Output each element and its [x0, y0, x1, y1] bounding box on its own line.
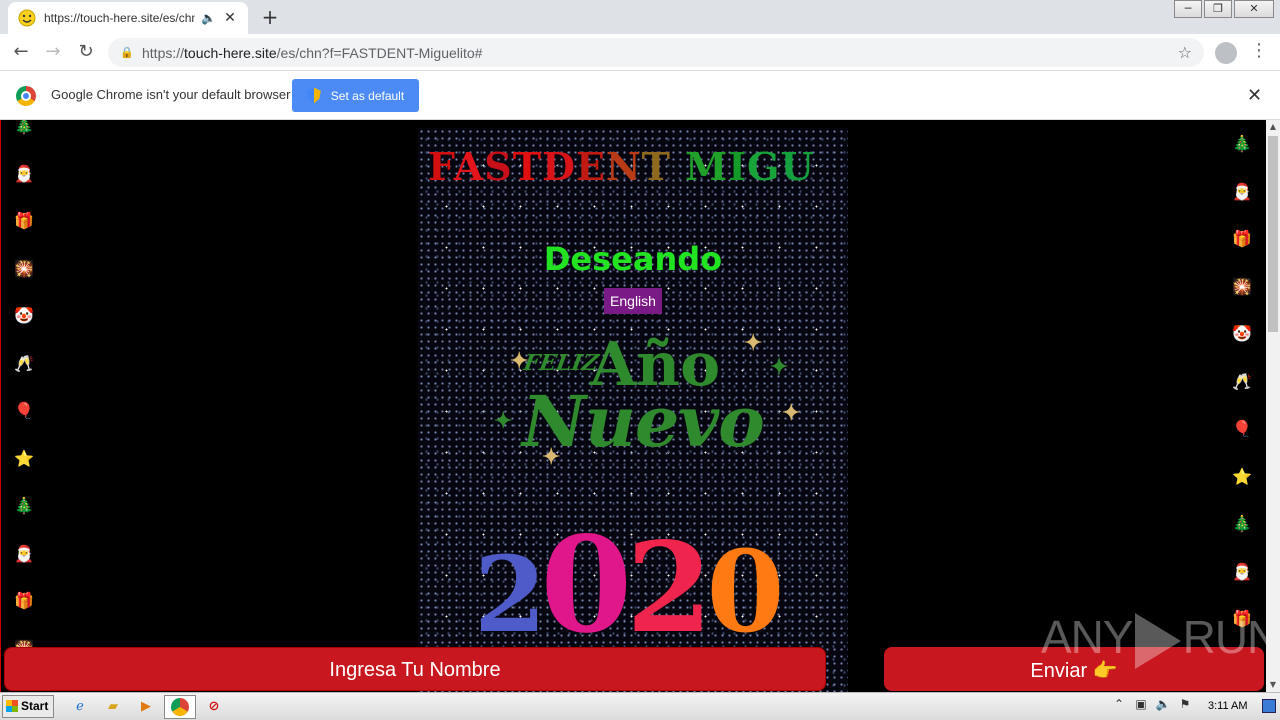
- english-button[interactable]: English: [604, 288, 662, 314]
- decor-emoji: 🎇: [1232, 276, 1252, 296]
- scroll-down-arrow-icon[interactable]: ▼: [1266, 678, 1280, 692]
- url-text[interactable]: https://touch-here.site/es/chn?f=FASTDEN…: [142, 45, 1178, 61]
- infobar-close-icon[interactable]: ✕: [1247, 85, 1262, 106]
- decor-emoji: 🎁: [14, 211, 34, 230]
- chrome-icon: [171, 698, 189, 716]
- decor-emoji: 🎁: [1232, 229, 1252, 248]
- set-as-default-button[interactable]: Set as default: [292, 79, 419, 112]
- start-button[interactable]: Start: [2, 695, 54, 718]
- title-letter: U: [780, 144, 815, 189]
- sparkle-icon: ✦: [494, 408, 513, 434]
- scroll-up-arrow-icon[interactable]: ▲: [1266, 120, 1280, 134]
- sparkle-icon: ✦: [770, 354, 789, 380]
- speaker-icon[interactable]: 🔈: [201, 11, 216, 25]
- taskbar-clock[interactable]: 3:11 AM: [1208, 700, 1248, 712]
- flag-icon[interactable]: ⚑: [1174, 697, 1196, 711]
- browser-tab[interactable]: https://touch-here.site/es/chn?f 🔈 ✕: [8, 2, 248, 34]
- decor-emoji: 🤡: [14, 306, 34, 325]
- tab-close-icon[interactable]: ✕: [222, 10, 238, 26]
- reload-icon[interactable]: ↻: [73, 40, 99, 66]
- decor-emoji: 🎄: [14, 120, 34, 135]
- title-letter: I: [728, 144, 748, 189]
- window-close-button[interactable]: ✕: [1234, 0, 1274, 18]
- decor-emoji: 🎅: [14, 543, 34, 563]
- profile-avatar-icon[interactable]: [1215, 42, 1237, 64]
- decor-emoji: 🎅: [1232, 181, 1252, 201]
- title-letter: G: [747, 144, 781, 189]
- bookmark-star-icon[interactable]: ☆: [1178, 43, 1192, 62]
- network-icon[interactable]: ▣: [1130, 697, 1152, 711]
- decor-emoji: 🎅: [1232, 561, 1252, 581]
- anyrun-watermark: ANYRUN: [1041, 610, 1266, 669]
- address-bar[interactable]: 🔒 https://touch-here.site/es/chn?f=FASTD…: [108, 38, 1204, 67]
- back-arrow-icon[interactable]: ←: [8, 40, 34, 66]
- smiley-face-icon: [18, 9, 36, 27]
- show-desktop-icon[interactable]: [1262, 699, 1276, 713]
- title-letter: [671, 144, 685, 189]
- decor-emoji: 🥂: [1232, 371, 1252, 391]
- forward-arrow-icon[interactable]: →: [40, 40, 66, 66]
- minimize-button[interactable]: ─: [1174, 0, 1202, 18]
- folder-icon[interactable]: ▰: [103, 697, 123, 717]
- system-tray: ⌃ ▣ 🔈 ⚑: [1108, 697, 1196, 711]
- uac-shield-icon: [306, 87, 321, 104]
- title-letter: N: [605, 144, 642, 189]
- decor-emoji: ⭐: [1232, 466, 1252, 486]
- windows-taskbar: Start ℯ ▰ ▶ ⊘ ⌃ ▣ 🔈 ⚑ 3:11 AM: [0, 692, 1280, 720]
- year-2020: 2020: [474, 508, 784, 663]
- window-controls: ─ ❐ ✕: [1172, 0, 1274, 18]
- greeting-card: FASTDENT MIGU Deseando English ✦ ✦ ✦ ✦ ✦…: [418, 128, 848, 692]
- internet-explorer-icon[interactable]: ℯ: [70, 697, 90, 717]
- decor-emoji: 🤡: [1232, 324, 1252, 343]
- decor-emoji: 🎇: [14, 258, 34, 278]
- restore-button[interactable]: ❐: [1204, 0, 1232, 18]
- sparkle-icon: ✦: [744, 330, 763, 356]
- title-letter: T: [641, 144, 671, 189]
- page-viewport: 🎄🎅🎁🎇🤡🥂🎈⭐🎄🎅🎁🎇 🎄🎅🎁🎇🤡🥂🎈⭐🎄🎅🎁 FASTDENT MIGU D…: [0, 120, 1266, 692]
- default-browser-infobar: Google Chrome isn't your default browser…: [0, 71, 1280, 120]
- name-input[interactable]: Ingresa Tu Nombre: [4, 647, 826, 691]
- decor-emoji: 🎈: [1232, 419, 1252, 438]
- title-letter: D: [541, 144, 576, 189]
- title-letter: S: [484, 144, 513, 189]
- decor-emoji: 🎁: [14, 591, 34, 610]
- play-icon: [1134, 612, 1181, 669]
- feliz-ano-nuevo-image: ✦ ✦ ✦ ✦ ✦ ✦ FELIZ Año Nuevo: [494, 330, 801, 470]
- lock-icon[interactable]: 🔒: [120, 46, 134, 59]
- decor-emoji: 🎄: [1232, 514, 1252, 533]
- decor-emoji: 🎈: [14, 401, 34, 420]
- decor-emoji: 🎄: [14, 496, 34, 515]
- media-player-icon[interactable]: ▶: [136, 697, 156, 717]
- vertical-scrollbar[interactable]: ▲ ▼: [1266, 120, 1280, 692]
- volume-icon[interactable]: 🔈: [1152, 697, 1174, 711]
- decor-emoji: 🎅: [14, 163, 34, 183]
- decor-emoji: 🎄: [1232, 134, 1252, 153]
- tab-title: https://touch-here.site/es/chn?f: [44, 11, 196, 25]
- title-letter: A: [453, 144, 485, 189]
- browser-toolbar: ← → ↻ 🔒 https://touch-here.site/es/chn?f…: [0, 34, 1280, 71]
- new-tab-button[interactable]: +: [258, 6, 282, 30]
- menu-dots-icon[interactable]: ⋮: [1250, 40, 1268, 66]
- title-letter: T: [512, 144, 542, 189]
- greeting-text: Deseando: [543, 240, 723, 278]
- sparkle-icon: ✦: [782, 400, 801, 426]
- stop-icon[interactable]: ⊘: [204, 697, 224, 717]
- chrome-logo-icon: [16, 86, 36, 106]
- decor-emoji: ⭐: [14, 448, 34, 468]
- decor-emoji: 🥂: [14, 353, 34, 373]
- chrome-taskbar-button[interactable]: [164, 695, 196, 719]
- title-letter: E: [575, 144, 606, 189]
- tray-expand-icon[interactable]: ⌃: [1108, 697, 1130, 711]
- title-letter: F: [428, 144, 454, 189]
- scrolling-title: FASTDENT MIGU: [428, 144, 815, 189]
- title-letter: M: [685, 144, 729, 189]
- infobar-message: Google Chrome isn't your default browser: [51, 87, 291, 102]
- scroll-thumb[interactable]: [1268, 136, 1278, 332]
- tab-strip: https://touch-here.site/es/chn?f 🔈 ✕ + ─…: [0, 0, 1280, 34]
